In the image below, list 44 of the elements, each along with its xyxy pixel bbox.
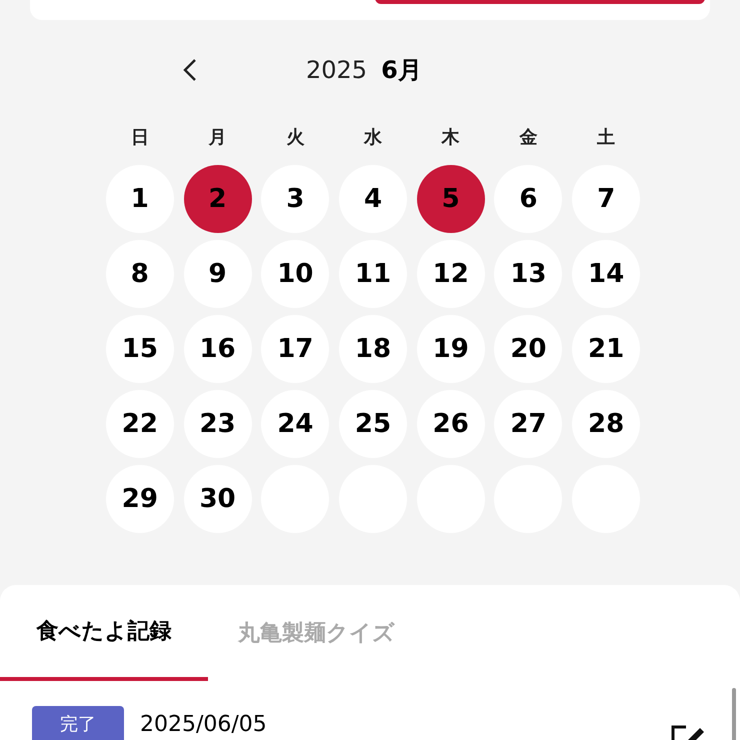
calendar-day[interactable]: 21 xyxy=(572,315,640,383)
weekday-label: 日 xyxy=(130,126,149,150)
calendar-day[interactable]: 29 xyxy=(106,465,174,533)
calendar-day[interactable]: 3 xyxy=(261,165,330,233)
calendar-day[interactable]: 15 xyxy=(106,315,174,383)
month-label: 6月 xyxy=(381,55,422,86)
calendar-day[interactable]: 9 xyxy=(184,240,252,308)
status-badge: 完了 xyxy=(32,706,124,740)
calendar-day[interactable]: 6 xyxy=(494,165,562,233)
calendar-day[interactable]: 30 xyxy=(184,465,252,533)
weekday-label: 金 xyxy=(519,126,538,150)
calendar-day[interactable]: 12 xyxy=(416,240,485,308)
calendar-day[interactable]: 5 xyxy=(416,165,485,233)
calendar-day[interactable]: 19 xyxy=(416,315,485,383)
calendar-day[interactable]: 25 xyxy=(338,390,407,458)
calendar-day[interactable]: 7 xyxy=(572,165,640,233)
record-date: 2025/06/05 xyxy=(140,710,267,738)
calendar-day[interactable]: 24 xyxy=(261,390,330,458)
weekday-label: 木 xyxy=(442,126,460,150)
calendar-day[interactable]: 20 xyxy=(494,315,562,383)
calendar-day[interactable]: 14 xyxy=(572,240,640,308)
calendar-day[interactable]: 18 xyxy=(338,315,407,383)
chevron-left-icon xyxy=(183,58,197,82)
calendar-day[interactable]: 16 xyxy=(184,315,252,383)
calendar-day[interactable]: 4 xyxy=(338,165,407,233)
calendar-day[interactable]: 11 xyxy=(338,240,407,308)
calendar-day[interactable]: 10 xyxy=(261,240,330,308)
calendar-day[interactable]: 22 xyxy=(106,390,174,458)
weekday-label: 火 xyxy=(286,126,304,150)
calendar-day[interactable]: 1 xyxy=(106,165,174,233)
calendar-day[interactable]: 28 xyxy=(572,390,640,458)
weekday-label: 月 xyxy=(208,126,227,150)
scrollbar xyxy=(732,688,736,740)
calendar-day[interactable]: 23 xyxy=(184,390,252,458)
weekday-label: 水 xyxy=(364,126,382,150)
tab[interactable]: 食べたよ記録 xyxy=(0,585,208,681)
calendar-day[interactable]: 8 xyxy=(106,240,174,308)
year-label: 2025 xyxy=(306,55,368,86)
calendar-day[interactable]: 27 xyxy=(494,390,562,458)
calendar-day[interactable]: 13 xyxy=(494,240,562,308)
calendar-day[interactable]: 2 xyxy=(184,165,252,233)
calendar-day[interactable]: 17 xyxy=(261,315,330,383)
calendar-day[interactable]: 26 xyxy=(416,390,485,458)
weekday-label: 土 xyxy=(597,126,616,150)
